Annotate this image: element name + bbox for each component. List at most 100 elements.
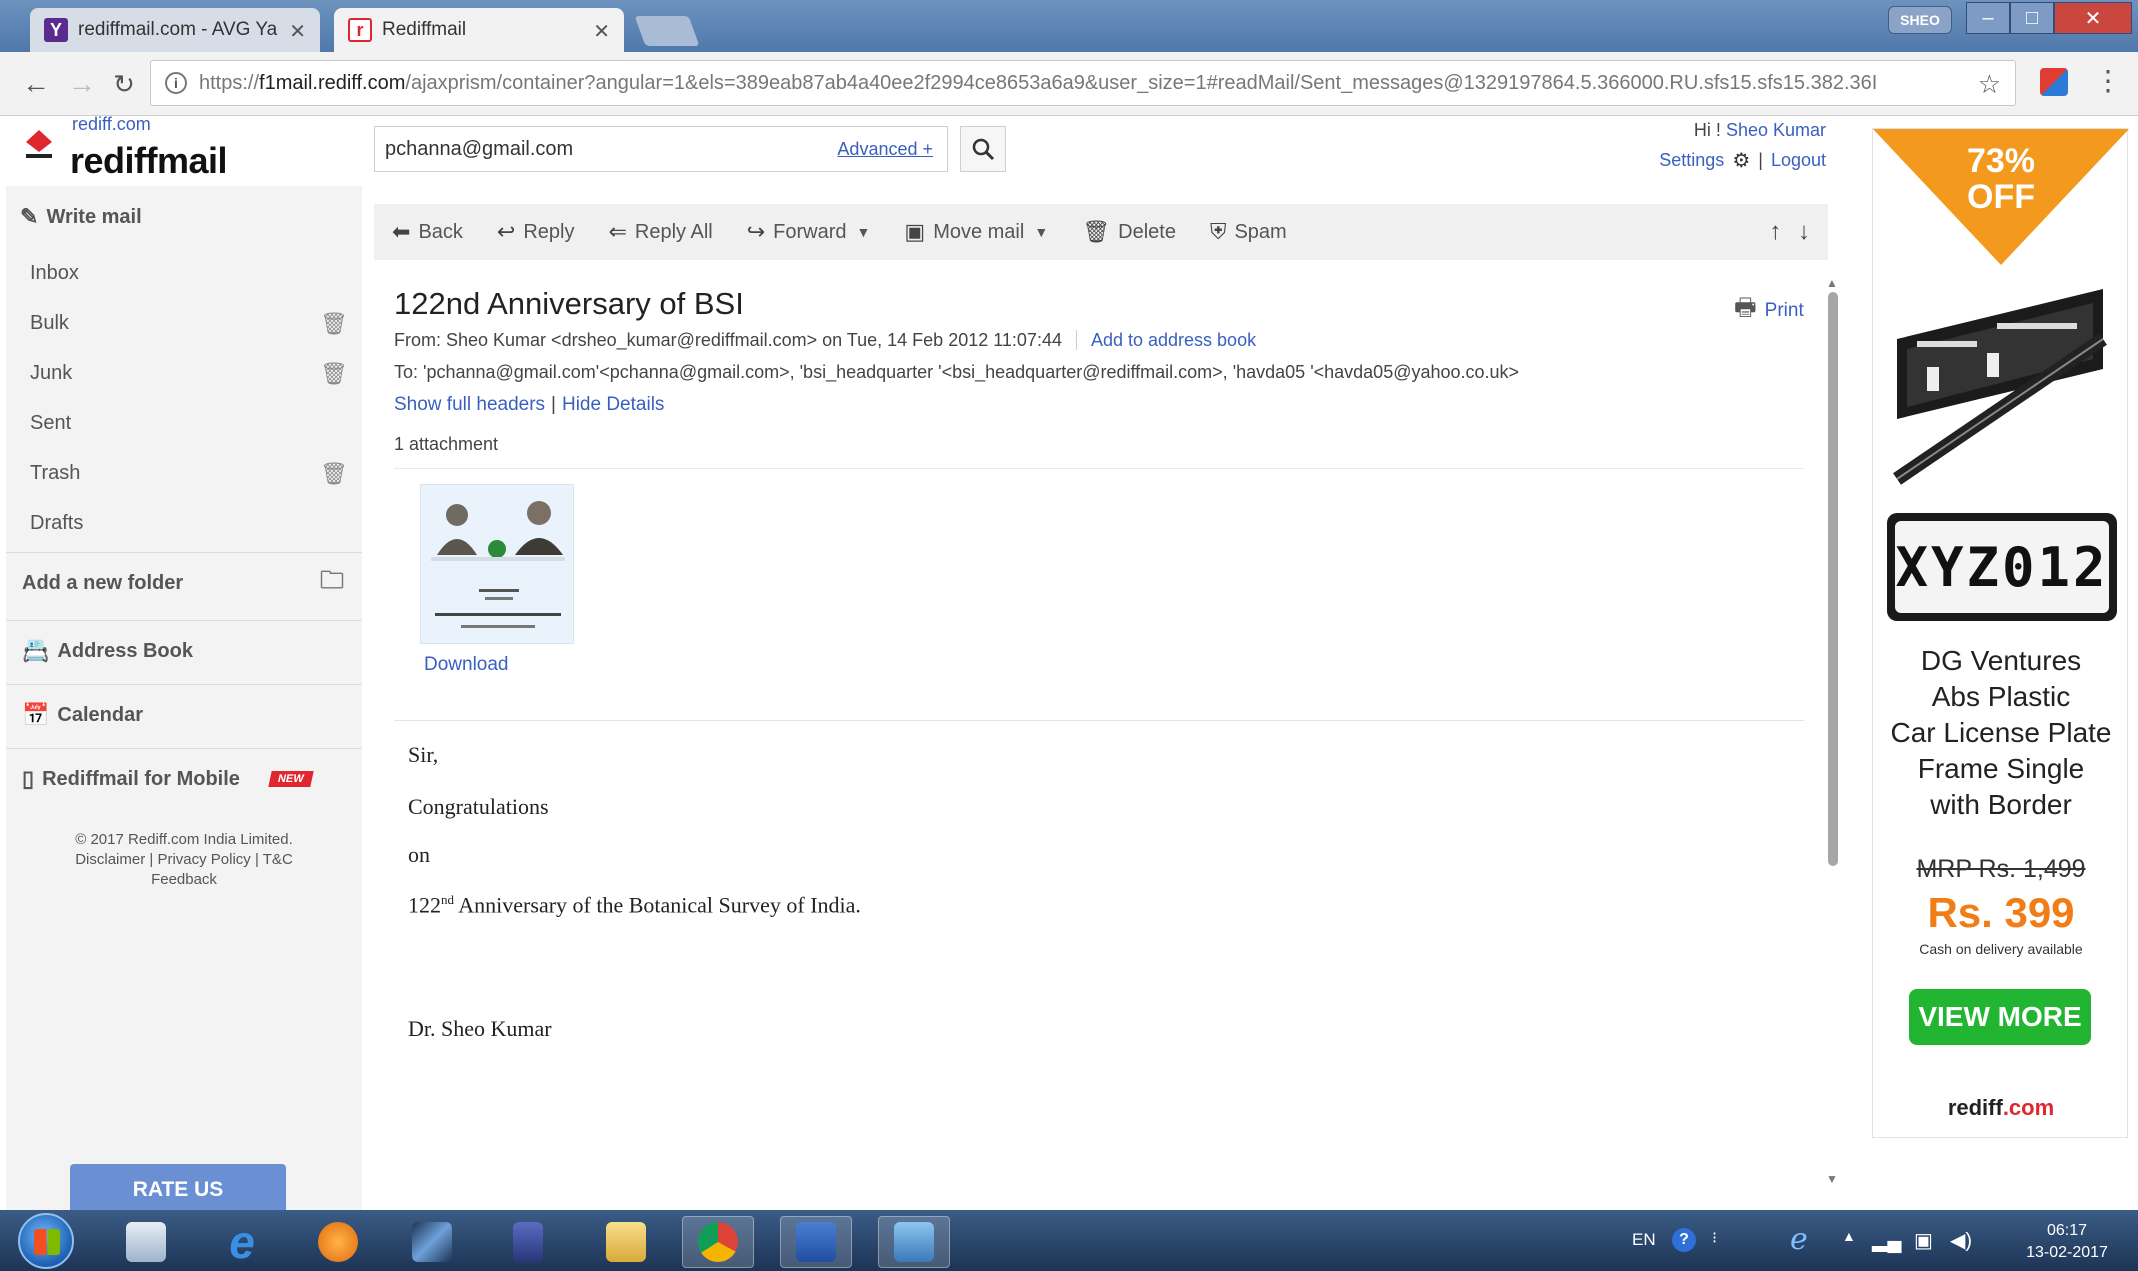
browser-menu-icon[interactable]: ⋮ xyxy=(2094,64,2122,97)
settings-link[interactable]: Settings xyxy=(1659,150,1724,171)
sidebar-item-sent[interactable]: Sent xyxy=(30,412,386,435)
sidebar-item-junk[interactable]: Junk 🗑 xyxy=(30,361,386,387)
url-path: /ajaxprism/container?angular=1&els=389ea… xyxy=(405,71,1878,94)
body-signature: Dr. Sheo Kumar xyxy=(408,1016,552,1041)
yahoo-favicon-icon: Y xyxy=(44,18,68,42)
plate-text: XYZ012 xyxy=(1895,521,2109,613)
bookmark-star-icon[interactable]: ☆ xyxy=(1977,69,2001,100)
empty-junk-trash-icon[interactable]: 🗑 xyxy=(320,361,348,387)
taskbar-internet-explorer[interactable]: e xyxy=(206,1216,278,1268)
rate-us-button[interactable]: RATE US xyxy=(70,1164,286,1216)
browser-tab-rediffmail[interactable]: r Rediffmail ✕ xyxy=(334,8,624,52)
address-book-icon: 📇 xyxy=(22,638,50,663)
header-detail-links: Show full headers | Hide Details xyxy=(394,394,664,416)
separator: | xyxy=(1758,150,1763,170)
forward-arrow-icon[interactable]: → xyxy=(64,66,100,102)
view-more-button[interactable]: VIEW MORE xyxy=(1909,989,2091,1045)
start-button[interactable] xyxy=(18,1213,74,1269)
sidebar: ✎ Write mail Inbox Bulk 🗑 Junk 🗑 Sent Tr… xyxy=(6,186,362,1216)
add-to-address-book-link[interactable]: Add to address book xyxy=(1075,330,1257,350)
empty-trash-icon[interactable]: 🗑 xyxy=(320,461,348,487)
back-button[interactable]: ⬅ Back xyxy=(392,219,463,245)
divider xyxy=(394,720,1804,721)
sidebar-footer: © 2017 Rediff.com India Limited. Disclai… xyxy=(6,830,362,890)
divider xyxy=(6,552,362,553)
print-button[interactable]: 🖶 Print xyxy=(1734,290,1804,331)
sidebar-item-inbox[interactable]: Inbox xyxy=(30,262,386,285)
address-bar[interactable]: i https://f1mail.rediff.com/ajaxprism/co… xyxy=(150,60,2016,106)
taskbar-app[interactable] xyxy=(396,1216,468,1268)
user-profile-badge[interactable]: SHEO xyxy=(1888,6,1952,34)
gear-icon[interactable]: ⚙ xyxy=(1732,148,1750,173)
write-mail-button[interactable]: ✎ Write mail xyxy=(20,204,376,230)
user-name-link[interactable]: Sheo Kumar xyxy=(1726,120,1826,140)
calendar-link[interactable]: 📅 Calendar xyxy=(22,702,378,728)
search-button[interactable] xyxy=(960,126,1006,172)
taskbar-archive[interactable] xyxy=(492,1216,564,1268)
reload-icon[interactable]: ↻ xyxy=(106,66,142,102)
taskbar-file-explorer[interactable] xyxy=(590,1216,662,1268)
advertisement-panel[interactable]: 73% OFF XYZ012 DG Ventures Abs Plastic C… xyxy=(1872,128,2129,1138)
new-tab-button[interactable] xyxy=(634,16,700,46)
taskbar-notepad[interactable] xyxy=(110,1216,182,1268)
taskbar-picture-viewer[interactable] xyxy=(878,1216,950,1268)
advanced-search-link[interactable]: Advanced + xyxy=(837,139,933,160)
add-new-folder-button[interactable]: Add a new folder 🗀 xyxy=(22,567,378,595)
reply-all-button[interactable]: ⇐ Reply All xyxy=(608,219,712,245)
network-status-icon[interactable]: ⁝ xyxy=(1712,1228,1717,1248)
rediffmail-logo[interactable]: rediffmail xyxy=(70,140,228,182)
scrollbar-thumb[interactable] xyxy=(1828,292,1838,866)
extension-icon[interactable] xyxy=(2040,68,2068,96)
scroll-down-arrow-icon[interactable]: ▼ xyxy=(1826,1172,1838,1186)
previous-mail-arrow-icon[interactable]: ↑ xyxy=(1769,218,1781,245)
delete-button[interactable]: 🗑 Delete xyxy=(1082,219,1176,245)
folder-label: Drafts xyxy=(30,512,84,534)
folder-label: Bulk xyxy=(30,312,69,334)
mail-search-input[interactable]: pchanna@gmail.com Advanced + xyxy=(374,126,948,172)
folder-label: Trash xyxy=(30,462,81,484)
footer-links[interactable]: Disclaimer | Privacy Policy | T&C xyxy=(6,850,362,870)
scroll-up-arrow-icon[interactable]: ▲ xyxy=(1826,276,1838,290)
sidebar-item-trash[interactable]: Trash 🗑 xyxy=(30,461,386,487)
back-arrow-icon[interactable]: ← xyxy=(18,66,54,102)
taskbar-chrome[interactable] xyxy=(682,1216,754,1268)
hide-details-link[interactable]: Hide Details xyxy=(562,394,664,415)
taskbar-word[interactable] xyxy=(780,1216,852,1268)
forward-button[interactable]: ↪ Forward ▼ xyxy=(747,219,871,245)
close-window-button[interactable]: ✕ xyxy=(2054,2,2132,34)
volume-icon[interactable]: ◀) xyxy=(1950,1228,1972,1253)
site-info-icon[interactable]: i xyxy=(165,72,187,94)
close-tab-icon[interactable]: ✕ xyxy=(289,19,306,44)
ie-tray-icon[interactable]: ℯ xyxy=(1790,1222,1808,1257)
taskbar-media-player[interactable] xyxy=(302,1216,374,1268)
attachment-thumbnail[interactable] xyxy=(420,484,574,644)
ad-product-title: DG Ventures Abs Plastic Car License Plat… xyxy=(1873,643,2129,823)
address-book-link[interactable]: 📇 Address Book xyxy=(22,638,378,664)
system-clock[interactable]: 06:17 13-02-2017 xyxy=(2002,1220,2132,1264)
logout-link[interactable]: Logout xyxy=(1771,150,1826,171)
network-icon[interactable]: ▣ xyxy=(1914,1228,1933,1253)
signal-bars-icon[interactable]: ▂▄ xyxy=(1872,1228,1902,1253)
close-tab-icon[interactable]: ✕ xyxy=(593,19,610,44)
show-full-headers-link[interactable]: Show full headers xyxy=(394,394,545,415)
empty-bulk-trash-icon[interactable]: 🗑 xyxy=(320,311,348,337)
maximize-button[interactable]: □ xyxy=(2010,2,2054,34)
download-link[interactable]: Download xyxy=(424,654,509,676)
minimize-button[interactable]: – xyxy=(1966,2,2010,34)
spam-button[interactable]: ⛨ Spam xyxy=(1210,219,1287,245)
show-hidden-icons-icon[interactable]: ▲ xyxy=(1842,1228,1856,1244)
feedback-link[interactable]: Feedback xyxy=(6,870,362,890)
media-player-icon xyxy=(318,1222,358,1262)
reply-button[interactable]: ↩ Reply xyxy=(497,219,575,245)
help-icon[interactable]: ? xyxy=(1672,1228,1696,1252)
add-folder-label: Add a new folder xyxy=(22,572,184,594)
rediffmail-mobile-link[interactable]: ▯ Rediffmail for Mobile NEW xyxy=(22,766,378,792)
language-indicator[interactable]: EN xyxy=(1632,1230,1656,1250)
sidebar-item-bulk[interactable]: Bulk 🗑 xyxy=(30,311,386,337)
mail-scrollbar[interactable]: ▲ ▼ xyxy=(1824,276,1840,1188)
sidebar-item-drafts[interactable]: Drafts xyxy=(30,512,386,535)
rediff-com-link[interactable]: rediff.com xyxy=(72,114,151,135)
next-mail-arrow-icon[interactable]: ↓ xyxy=(1798,218,1810,245)
browser-tab-avg[interactable]: Y rediffmail.com - AVG Ya ✕ xyxy=(30,8,320,52)
move-mail-button[interactable]: ▣ Move mail ▼ xyxy=(904,219,1048,245)
